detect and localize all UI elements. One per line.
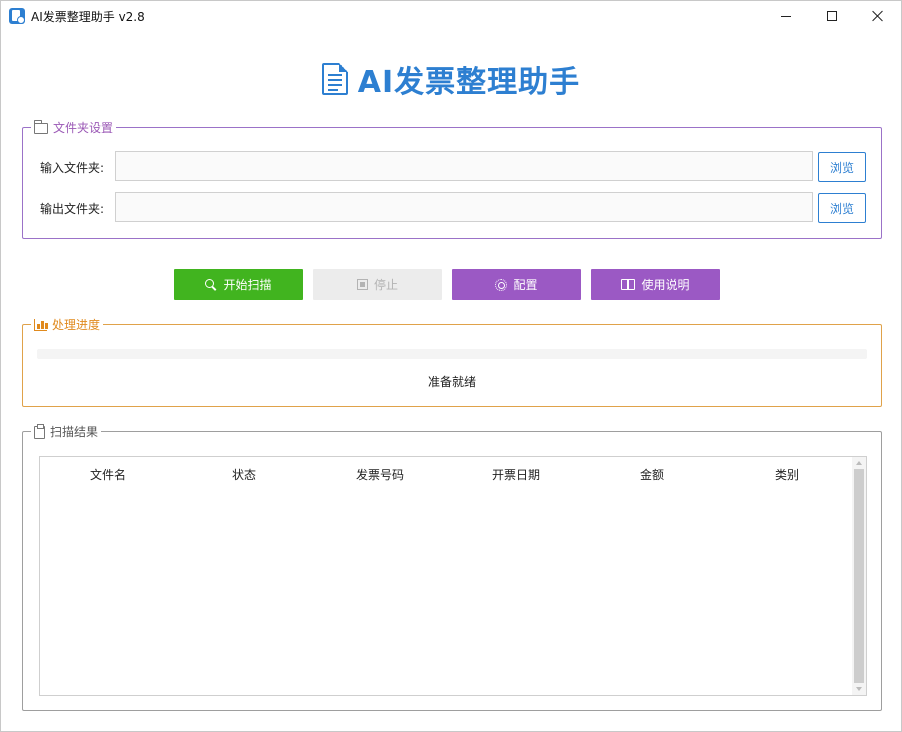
folder-settings-group: 文件夹设置 输入文件夹: 浏览 输出文件夹: 浏览 [22, 119, 882, 239]
help-button[interactable]: 使用说明 [591, 269, 720, 300]
results-legend: 扫描结果 [31, 423, 102, 440]
output-folder-field[interactable] [115, 192, 813, 222]
progress-group: 处理进度 准备就绪 [22, 317, 882, 407]
help-label: 使用说明 [641, 278, 690, 292]
table-header: 文件名 状态 发票号码 开票日期 金额 类别 [40, 457, 854, 489]
bar-chart-icon [34, 319, 48, 331]
progress-bar [37, 349, 867, 359]
minimize-icon [781, 15, 791, 17]
title-bar[interactable]: AI发票整理助手 v2.8 [1, 1, 901, 31]
start-scan-button[interactable]: 开始扫描 [174, 269, 303, 300]
page-title: AI发票整理助手 [357, 65, 581, 100]
document-icon [321, 63, 348, 95]
maximize-button[interactable] [809, 1, 855, 31]
close-icon [872, 10, 884, 22]
results-title: 扫描结果 [50, 425, 99, 439]
stop-button[interactable]: 停止 [313, 269, 442, 300]
config-label: 配置 [513, 278, 538, 292]
column-header-filename[interactable]: 文件名 [40, 466, 176, 483]
app-icon [9, 8, 25, 24]
input-folder-field[interactable] [115, 151, 813, 181]
scroll-down-icon[interactable] [856, 687, 862, 691]
minimize-button[interactable] [763, 1, 809, 31]
clipboard-icon [34, 423, 45, 439]
gear-icon [495, 278, 508, 291]
output-folder-label: 输出文件夹: [40, 202, 105, 216]
progress-legend: 处理进度 [31, 317, 104, 333]
column-header-amount[interactable]: 金额 [584, 466, 720, 483]
folder-icon [34, 119, 48, 134]
progress-title: 处理进度 [52, 318, 101, 332]
close-button[interactable] [855, 1, 901, 31]
app-window: AI发票整理助手 v2.8 AI发票整理助手 文件夹设置 输入文件夹: 浏览 输… [0, 0, 902, 732]
config-button[interactable]: 配置 [452, 269, 581, 300]
window-title: AI发票整理助手 v2.8 [31, 10, 145, 24]
vertical-scrollbar[interactable] [852, 457, 866, 695]
column-header-issue-date[interactable]: 开票日期 [448, 466, 584, 483]
status-text: 准备就绪 [427, 375, 476, 389]
scroll-thumb[interactable] [854, 469, 864, 683]
scroll-up-icon[interactable] [856, 461, 862, 465]
column-header-invoice-number[interactable]: 发票号码 [312, 466, 448, 483]
page-heading: AI发票整理助手 [1, 57, 901, 101]
browse-output-button[interactable]: 浏览 [818, 193, 866, 223]
book-icon [621, 279, 636, 290]
maximize-icon [827, 11, 837, 21]
results-table[interactable]: 文件名 状态 发票号码 开票日期 金额 类别 [39, 456, 867, 696]
column-header-category[interactable]: 类别 [720, 466, 854, 483]
input-folder-label: 输入文件夹: [40, 161, 105, 175]
stop-label: 停止 [373, 278, 398, 292]
folder-settings-title: 文件夹设置 [53, 121, 114, 135]
search-icon [205, 278, 217, 291]
column-header-status[interactable]: 状态 [176, 466, 312, 483]
results-group: 扫描结果 文件名 状态 发票号码 开票日期 金额 类别 [22, 423, 882, 711]
stop-icon [356, 279, 368, 290]
browse-input-button[interactable]: 浏览 [818, 152, 866, 182]
folder-settings-legend: 文件夹设置 [31, 119, 117, 136]
start-scan-label: 开始扫描 [223, 278, 272, 292]
